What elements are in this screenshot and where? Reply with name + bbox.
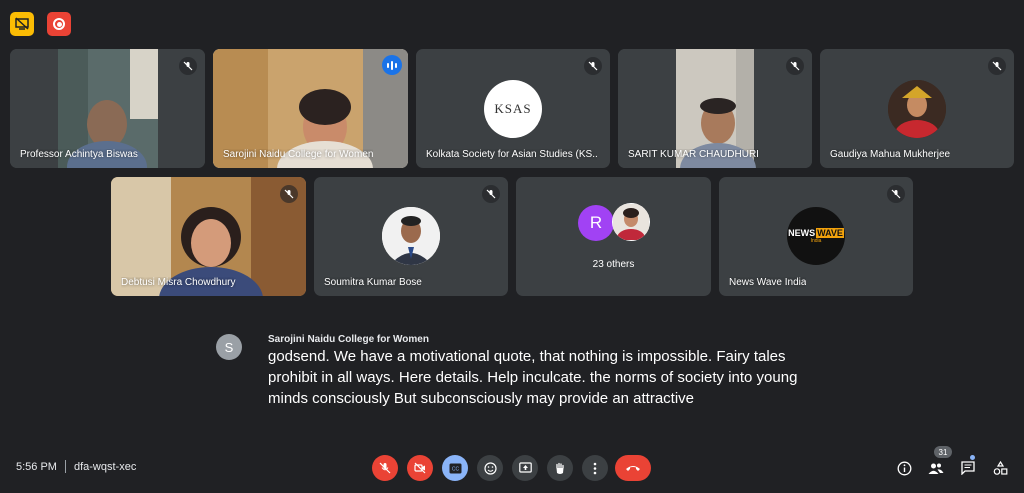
chat-icon [961, 461, 975, 475]
activities-button[interactable] [989, 457, 1011, 479]
record-icon [53, 18, 65, 30]
participant-name: News Wave India [729, 277, 807, 288]
participant-name: Professor Achintya Biswas [20, 149, 138, 160]
participant-avatar: KSAS [484, 80, 542, 138]
others-count: 23 others [592, 259, 635, 270]
participant-name: Kolkata Society for Asian Studies (KS... [426, 149, 597, 160]
avatar-photo [613, 204, 649, 240]
present-screen-button[interactable] [512, 455, 538, 481]
svg-text:CC: CC [451, 466, 459, 472]
speaking-indicator-icon [382, 55, 402, 75]
ksas-logo: KSAS [494, 101, 532, 116]
other-avatar-initial: R [578, 205, 614, 241]
participant-tile[interactable]: KSAS Kolkata Society for Asian Studies (… [416, 49, 610, 168]
chat-notification-dot [970, 455, 975, 460]
leave-call-button[interactable] [615, 455, 651, 481]
participant-avatar [888, 80, 946, 138]
avatar-photo [382, 207, 440, 265]
participant-name: Gaudiya Mahua Mukherjee [830, 149, 951, 160]
smile-icon [483, 461, 497, 475]
participant-tile[interactable]: NEWS WAVE India News Wave India [719, 177, 913, 296]
mic-off-icon [179, 57, 197, 75]
mic-off-icon [280, 185, 298, 203]
participant-avatar: NEWS WAVE India [787, 207, 845, 265]
caption-text: godsend. We have a motivational quote, t… [268, 348, 798, 407]
mic-off-icon [482, 185, 500, 203]
meeting-time: 5:56 PM [16, 460, 57, 473]
microphone-toggle-button[interactable] [372, 455, 398, 481]
meeting-details-button[interactable] [893, 457, 915, 479]
participant-tile[interactable]: Professor Achintya Biswas [10, 49, 205, 168]
phone-hangup-icon [626, 466, 640, 471]
news-wave-logo: NEWS WAVE [788, 228, 844, 238]
participant-name: SARIT KUMAR CHAUDHURI [628, 149, 759, 160]
camera-toggle-button[interactable] [407, 455, 433, 481]
participant-avatar [382, 207, 440, 265]
info-icon [897, 461, 911, 475]
hand-icon [556, 462, 564, 474]
meeting-info: 5:56 PM dfa-wqst-xec [16, 460, 136, 473]
people-icon [928, 463, 944, 474]
screen-share-off-icon [15, 17, 29, 30]
reactions-button[interactable] [477, 455, 503, 481]
participant-tile[interactable]: Gaudiya Mahua Mukherjee [820, 49, 1014, 168]
more-options-button[interactable] [582, 455, 608, 481]
show-everyone-button[interactable] [925, 457, 947, 479]
avatar-photo [888, 80, 946, 138]
participant-name: Sarojini Naidu College for Women [223, 149, 374, 160]
chat-button[interactable] [957, 457, 979, 479]
mic-off-icon [379, 462, 391, 474]
mic-off-icon [786, 57, 804, 75]
caption-speaker-avatar: S [216, 334, 242, 360]
captions-toggle-button[interactable]: CC [442, 455, 468, 481]
mic-off-icon [988, 57, 1006, 75]
recording-status-badge[interactable] [47, 12, 71, 36]
camera-off-icon [414, 462, 426, 474]
activities-icon [993, 460, 1007, 475]
captions-icon: CC [449, 463, 461, 473]
participant-name: Debtusi Misra Chowdhury [121, 277, 236, 288]
participant-tile[interactable]: SARIT KUMAR CHAUDHURI [618, 49, 812, 168]
participant-tile[interactable]: Debtusi Misra Chowdhury [111, 177, 306, 296]
participant-tile[interactable]: Sarojini Naidu College for Women [213, 49, 408, 168]
other-avatar-photo [612, 203, 650, 241]
meeting-code: dfa-wqst-xec [73, 460, 137, 473]
present-icon [518, 462, 532, 473]
divider [64, 460, 66, 473]
mic-off-icon [584, 57, 602, 75]
caption-speaker-name: Sarojini Naidu College for Women [268, 334, 429, 345]
raise-hand-button[interactable] [547, 455, 573, 481]
others-tile[interactable]: R 23 others [516, 177, 711, 296]
mic-off-icon [887, 185, 905, 203]
screen-share-status-badge[interactable] [10, 12, 34, 36]
participant-tile[interactable]: Soumitra Kumar Bose [314, 177, 508, 296]
more-vert-icon [593, 462, 597, 474]
participant-name: Soumitra Kumar Bose [324, 277, 422, 288]
